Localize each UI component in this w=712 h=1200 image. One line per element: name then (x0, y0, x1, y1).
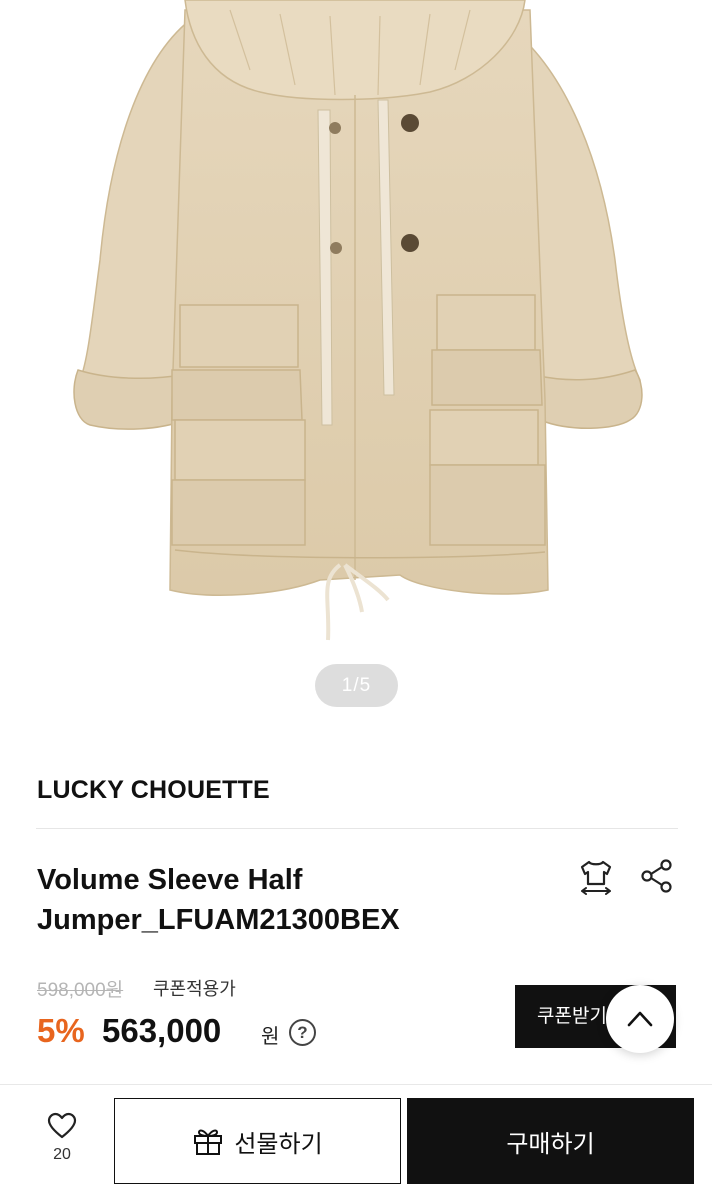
discount-rate: 5% (37, 1012, 85, 1049)
like-button[interactable]: 20 (30, 1112, 94, 1182)
share-icon[interactable] (640, 858, 674, 894)
scroll-to-top-button[interactable] (606, 985, 674, 1053)
gallery-pager: 1/5 (315, 664, 398, 707)
product-title-line-2: Jumper_LFUAM21300BEX (37, 904, 400, 936)
sale-price: 563,000 (102, 1012, 222, 1049)
gift-icon (194, 1129, 223, 1155)
buy-button[interactable]: 구매하기 (407, 1098, 694, 1184)
heart-icon (47, 1112, 77, 1139)
bottom-bar-divider (0, 1084, 712, 1085)
like-count: 20 (53, 1146, 71, 1163)
product-image-gallery[interactable]: 1/5 (0, 0, 712, 738)
product-page: 1/5 LUCKY CHOUETTE Volume Sleeve Half Ju… (0, 0, 712, 1200)
currency-label: 원 (261, 1026, 280, 1048)
chevron-up-icon (627, 1011, 653, 1027)
coupon-applied-label: 쿠폰적용가 (153, 979, 236, 999)
original-price: 598,000원 (37, 980, 124, 1001)
price-help-icon[interactable]: ? (289, 1019, 316, 1046)
buy-button-label: 구매하기 (506, 1130, 595, 1158)
brand-name[interactable]: LUCKY CHOUETTE (37, 776, 270, 805)
product-title-line-1: Volume Sleeve Half (37, 864, 303, 896)
gift-button[interactable]: 선물하기 (114, 1098, 401, 1184)
size-guide-icon[interactable] (578, 858, 614, 896)
product-title: Volume Sleeve Half Jumper_LFUAM21300BEX (37, 860, 537, 940)
gift-button-label: 선물하기 (234, 1130, 323, 1158)
product-photo (73, 0, 643, 641)
divider (36, 828, 678, 829)
